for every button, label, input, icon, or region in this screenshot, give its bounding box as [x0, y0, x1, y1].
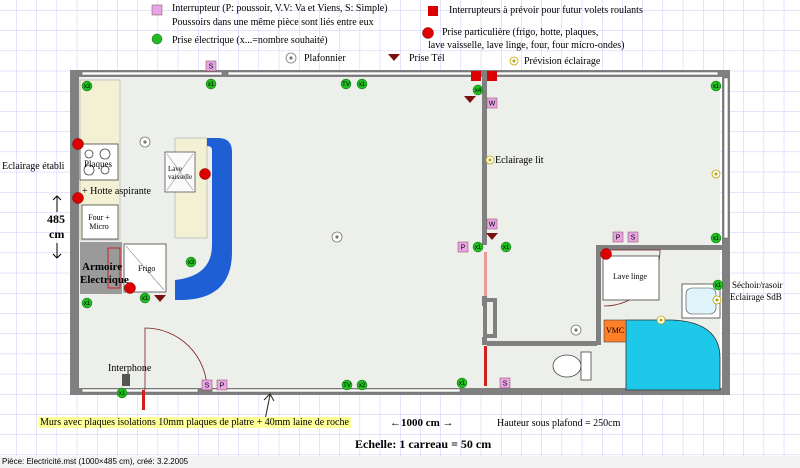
interphone-icon [122, 374, 130, 386]
shower [625, 319, 721, 391]
special-outlet-icon [422, 27, 434, 39]
label-fridge: Frigo [138, 264, 156, 273]
label-cabinet-1: Armoire [82, 261, 123, 273]
ceiling-light-dot [335, 235, 339, 239]
shutter-switch-icon [487, 71, 497, 81]
shutter-switch-icon [428, 6, 438, 16]
ceiling-light-dot [289, 56, 293, 60]
future-light-dot [512, 59, 516, 63]
ceiling-light-dot [574, 328, 578, 332]
legend-ceiling-light: Plafonnier [304, 53, 346, 64]
special-outlet-icon [600, 248, 612, 260]
outlet-icon [151, 33, 163, 45]
legend-phone-jack: Prise Tél [409, 53, 445, 64]
switch-type: W [489, 222, 496, 229]
outlet-count: TV [342, 82, 350, 88]
special-outlet-icon [72, 138, 84, 150]
bedroom-door-leaf [484, 252, 487, 296]
floor-plan: Sx1 x3 TV x1 x4 Wx1 x3 x1 x1 x1 S P TV x2 W P x1 x1 x1 P Sx1… [0, 0, 800, 456]
legend-switch: Interrupteur (P: poussoir, V.V: Va et Vi… [172, 3, 388, 14]
legend-push-buttons: Poussoirs dans une même pièce sont liés … [172, 17, 374, 28]
switch-type: S [205, 383, 210, 390]
future-light-dot [659, 318, 663, 322]
outlet-count: x1 [119, 391, 126, 397]
dimension-width: ←1000 cm → [390, 417, 454, 429]
switch-type: S [209, 64, 214, 71]
switch-icon [151, 4, 163, 16]
future-light-dot [715, 298, 719, 302]
legend-future-light: Prévision éclairage [524, 56, 601, 67]
outlet-count: x1 [459, 381, 466, 387]
outlet-count: x1 [142, 296, 149, 302]
dimension-height-value: 485 [47, 212, 65, 226]
label-vmc: VMC [606, 326, 625, 335]
ceiling-height: Hauteur sous plafond = 250cm [497, 418, 621, 429]
label-workbench-light: Eclairage établi [2, 161, 65, 172]
special-outlet-icon [199, 168, 211, 180]
entrance-door-leaf [142, 390, 145, 410]
toilet [552, 354, 582, 378]
future-light-dot [488, 158, 492, 162]
shutter-switch-icon [471, 71, 481, 81]
outlet-count: x1 [84, 301, 91, 307]
outlet-count: x3 [188, 260, 195, 266]
outlet-count: x1 [713, 236, 720, 242]
toilet-tank [580, 351, 592, 381]
legend-special-outlet-1: Prise particulière (frigo, hotte, plaque… [442, 27, 599, 38]
label-cooktop: Plaques [84, 159, 112, 169]
legend-special-outlet-2: lave vaisselle, lave linge, four, four m… [428, 40, 625, 51]
outlet-count: x1 [715, 283, 722, 289]
future-light-dot [714, 172, 718, 176]
scale-note: Echelle: 1 carreau = 50 cm [355, 437, 492, 451]
wall-note: Murs avec plaques isolations 10mm plaque… [38, 417, 351, 428]
outlet-count: x1 [713, 84, 720, 90]
outlet-count: x4 [475, 88, 482, 94]
switch-type: P [220, 383, 225, 390]
label-dishwasher: Lave vaisselle [168, 165, 193, 181]
sink-basin [685, 287, 717, 315]
switch-type: W [489, 101, 496, 108]
label-hood: + Hotte aspirante [82, 186, 151, 197]
label-cabinet-2: Electrique [80, 274, 129, 286]
legend-outlet: Prise électrique (x...=nombre souhaité) [172, 35, 328, 46]
label-oven: Four + Micro [88, 213, 110, 231]
switch-type: P [461, 245, 466, 252]
ceiling-light-dot [143, 140, 147, 144]
label-dryer: Séchoir/rasoir [732, 280, 783, 290]
outlet-count: x1 [359, 82, 366, 88]
switch-type: S [631, 235, 636, 242]
switch-type: S [503, 381, 508, 388]
label-washing-machine: Lave linge [613, 272, 647, 281]
label-bed-light: Eclairage lit [495, 155, 544, 166]
status-bar: Pièce: Electricité.mst (1000×485 cm), cr… [0, 456, 800, 468]
switch-type: P [616, 235, 621, 242]
outlet-count: x1 [475, 245, 482, 251]
outlet-count: TV [343, 383, 351, 389]
label-bathroom-light: Eclairage SdB [730, 292, 782, 302]
label-interphone: Interphone [108, 363, 152, 374]
legend-shutter-switch: Interrupteurs à prévoir pour futur volet… [449, 5, 643, 16]
outlet-count: x3 [84, 84, 91, 90]
dimension-height-unit: cm [49, 227, 65, 241]
outlet-count: x1 [208, 82, 215, 88]
outlet-count: x1 [503, 245, 510, 251]
outlet-count: x2 [359, 383, 366, 389]
bathroom-door-leaf [484, 346, 487, 386]
